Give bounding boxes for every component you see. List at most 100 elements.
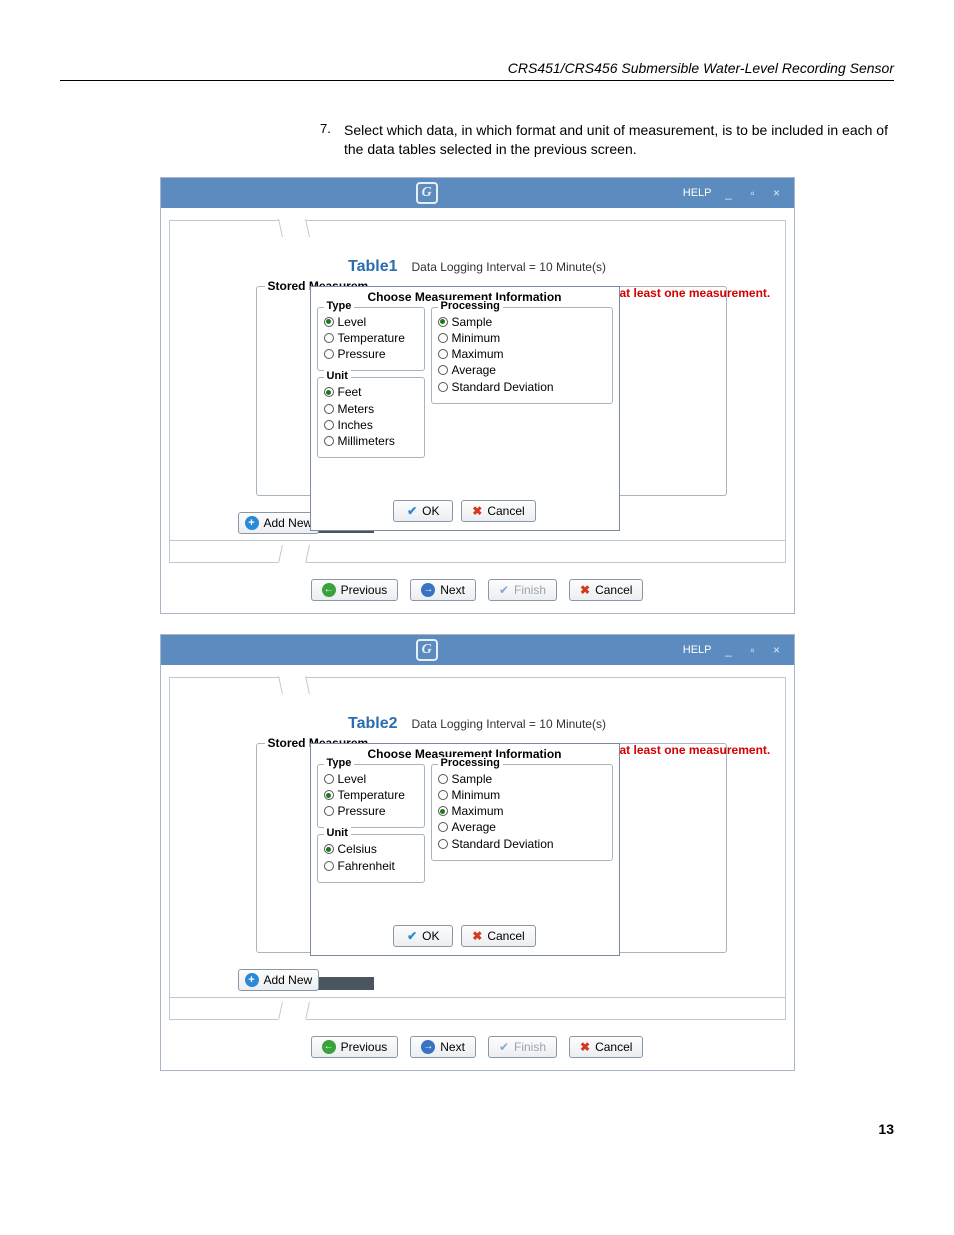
processing-option[interactable]: Sample <box>438 314 606 330</box>
finish-button: ✔ Finish <box>488 579 557 601</box>
close-icon[interactable]: × <box>770 187 784 199</box>
next-button[interactable]: →Next <box>410 579 476 601</box>
radio-icon[interactable] <box>438 806 448 816</box>
instruction-step: 7. Select which data, in which format an… <box>320 121 894 159</box>
finish-button-label: Finish <box>514 1040 546 1054</box>
next-button-label: Next <box>440 583 465 597</box>
wizard-cancel-button-label: Cancel <box>595 1040 632 1054</box>
radio-icon[interactable] <box>438 317 448 327</box>
radio-icon[interactable] <box>324 861 334 871</box>
unit-label: Feet <box>338 384 362 400</box>
panel-area: Table1Data Logging Interval = 10 Minute(… <box>170 240 785 540</box>
processing-legend: Processing <box>438 757 503 769</box>
processing-option[interactable]: Minimum <box>438 330 606 346</box>
radio-icon[interactable] <box>324 404 334 414</box>
processing-option[interactable]: Average <box>438 362 606 378</box>
cancel-button[interactable]: ✖Cancel <box>461 500 535 522</box>
check-icon: ✔ <box>499 583 509 597</box>
processing-fieldset: ProcessingSampleMinimumMaximumAverageSta… <box>431 307 613 404</box>
ok-button-label: OK <box>422 929 439 943</box>
radio-icon[interactable] <box>438 822 448 832</box>
finish-button-label: Finish <box>514 583 546 597</box>
radio-icon[interactable] <box>324 333 334 343</box>
check-icon: ✔ <box>407 929 417 943</box>
wizard-cancel-button[interactable]: ✖Cancel <box>569 1036 643 1058</box>
radio-icon[interactable] <box>324 349 334 359</box>
radio-icon[interactable] <box>438 774 448 784</box>
unit-label: Inches <box>338 417 373 433</box>
maximize-icon[interactable]: ▫ <box>746 187 760 199</box>
radio-icon[interactable] <box>324 317 334 327</box>
radio-icon[interactable] <box>324 844 334 854</box>
help-link[interactable]: HELP <box>683 644 712 656</box>
lower-tab-frame <box>169 998 786 1020</box>
type-label: Pressure <box>338 346 386 362</box>
type-option[interactable]: Pressure <box>324 346 418 362</box>
radio-icon[interactable] <box>324 806 334 816</box>
table-name: Table2 <box>348 715 398 732</box>
processing-option[interactable]: Standard Deviation <box>438 836 606 852</box>
previous-button-label: Previous <box>341 583 388 597</box>
arrow-right-icon: → <box>421 1040 435 1054</box>
type-legend: Type <box>324 757 355 769</box>
app-logo-icon: G <box>416 182 438 204</box>
processing-legend: Processing <box>438 300 503 312</box>
add-new-button[interactable]: +Add New <box>238 512 320 534</box>
help-link[interactable]: HELP <box>683 187 712 199</box>
radio-icon[interactable] <box>438 349 448 359</box>
previous-button[interactable]: ←Previous <box>311 579 399 601</box>
radio-icon[interactable] <box>438 839 448 849</box>
unit-option[interactable]: Inches <box>324 417 418 433</box>
unit-option[interactable]: Fahrenheit <box>324 858 418 874</box>
type-label: Level <box>338 771 367 787</box>
unit-option[interactable]: Feet <box>324 384 418 400</box>
processing-label: Minimum <box>452 330 501 346</box>
maximize-icon[interactable]: ▫ <box>746 644 760 656</box>
unit-option[interactable]: Meters <box>324 401 418 417</box>
processing-option[interactable]: Standard Deviation <box>438 379 606 395</box>
minimize-icon[interactable]: _ <box>722 644 736 656</box>
radio-icon[interactable] <box>324 774 334 784</box>
radio-icon[interactable] <box>324 790 334 800</box>
type-label: Level <box>338 314 367 330</box>
next-button[interactable]: → Next <box>410 1036 476 1058</box>
type-option[interactable]: Pressure <box>324 803 418 819</box>
type-option[interactable]: Temperature <box>324 330 418 346</box>
processing-option[interactable]: Minimum <box>438 787 606 803</box>
type-label: Temperature <box>338 330 405 346</box>
next-button-label: Next <box>440 1040 465 1054</box>
processing-option[interactable]: Average <box>438 819 606 835</box>
type-fieldset: TypeLevelTemperaturePressure <box>317 307 425 372</box>
processing-label: Maximum <box>452 803 504 819</box>
ok-button[interactable]: ✔OK <box>393 500 453 522</box>
interval-text: Data Logging Interval = 10 Minute(s) <box>412 260 606 274</box>
close-icon[interactable]: × <box>770 644 784 656</box>
radio-icon[interactable] <box>324 387 334 397</box>
unit-label: Millimeters <box>338 433 395 449</box>
unit-option[interactable]: Millimeters <box>324 433 418 449</box>
radio-icon[interactable] <box>438 333 448 343</box>
page-number: 13 <box>60 1121 894 1137</box>
type-option[interactable]: Level <box>324 771 418 787</box>
wizard-cancel-button[interactable]: ✖Cancel <box>569 579 643 601</box>
add-new-button[interactable]: +Add New <box>238 969 320 991</box>
type-option[interactable]: Level <box>324 314 418 330</box>
processing-label: Average <box>452 362 496 378</box>
type-option[interactable]: Temperature <box>324 787 418 803</box>
radio-icon[interactable] <box>324 420 334 430</box>
processing-option[interactable]: Maximum <box>438 803 606 819</box>
processing-option[interactable]: Maximum <box>438 346 606 362</box>
unit-option[interactable]: Celsius <box>324 841 418 857</box>
radio-icon[interactable] <box>438 790 448 800</box>
cancel-button[interactable]: ✖Cancel <box>461 925 535 947</box>
previous-button[interactable]: ←Previous <box>311 1036 399 1058</box>
minimize-icon[interactable]: _ <box>722 187 736 199</box>
radio-icon[interactable] <box>438 365 448 375</box>
measurement-info-dialog: Choose Measurement InformationTypeLevelT… <box>310 286 620 531</box>
radio-icon[interactable] <box>324 436 334 446</box>
interval-text: Data Logging Interval = 10 Minute(s) <box>412 717 606 731</box>
unit-label: Celsius <box>338 841 377 857</box>
processing-option[interactable]: Sample <box>438 771 606 787</box>
ok-button[interactable]: ✔ OK <box>393 925 453 947</box>
radio-icon[interactable] <box>438 382 448 392</box>
